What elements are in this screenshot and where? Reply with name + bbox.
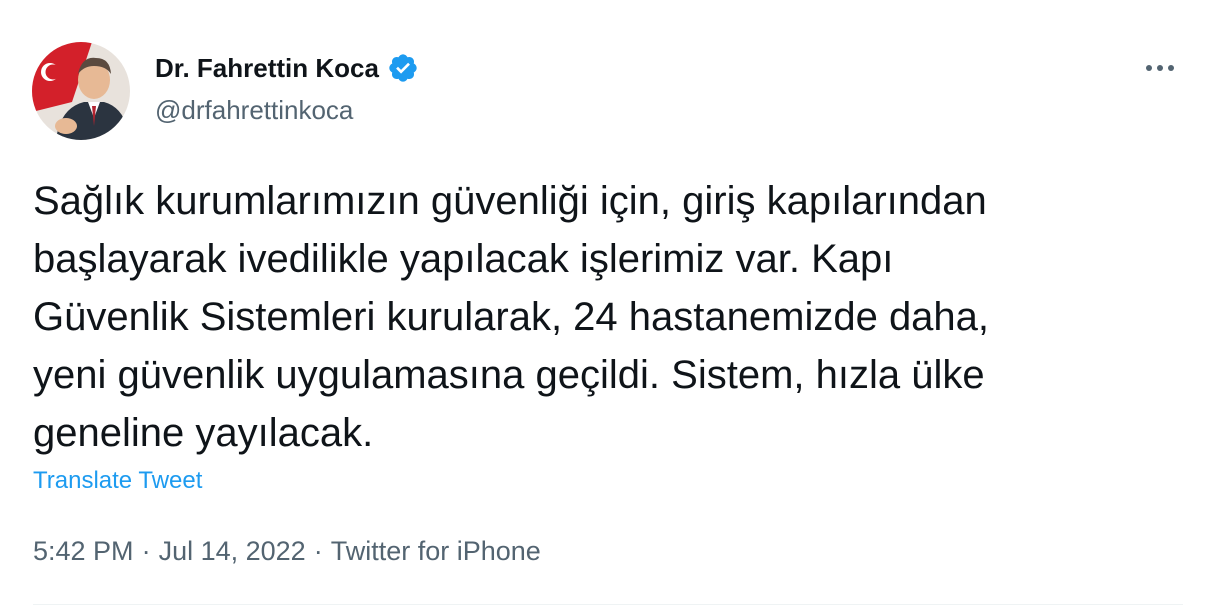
more-dot xyxy=(1157,65,1163,71)
separator: · xyxy=(141,536,151,566)
tweet-date[interactable]: Jul 14, 2022 xyxy=(159,535,306,567)
avatar-photo xyxy=(32,42,130,140)
tweet-text: Sağlık kurumlarımızın güvenliği için, gi… xyxy=(33,179,990,455)
divider xyxy=(33,604,1183,605)
translate-tweet-link[interactable]: Translate Tweet xyxy=(33,466,202,496)
separator: · xyxy=(313,536,323,566)
author-handle[interactable]: @drfahrettinkoca xyxy=(155,94,353,126)
more-options-icon[interactable] xyxy=(1140,50,1180,86)
tweet-card: Dr. Fahrettin Koca @drfahrettinkoca Sağl… xyxy=(0,0,1212,609)
more-dot xyxy=(1168,65,1174,71)
avatar[interactable] xyxy=(32,42,130,140)
author-name-row: Dr. Fahrettin Koca xyxy=(155,52,419,84)
verified-badge-icon xyxy=(387,52,419,84)
more-dot xyxy=(1146,65,1152,71)
author-display-name[interactable]: Dr. Fahrettin Koca xyxy=(155,52,379,84)
tweet-time[interactable]: 5:42 PM xyxy=(33,535,134,567)
tweet-metadata: 5:42 PM · Jul 14, 2022 · Twitter for iPh… xyxy=(33,535,541,567)
tweet-source[interactable]: Twitter for iPhone xyxy=(331,535,541,567)
